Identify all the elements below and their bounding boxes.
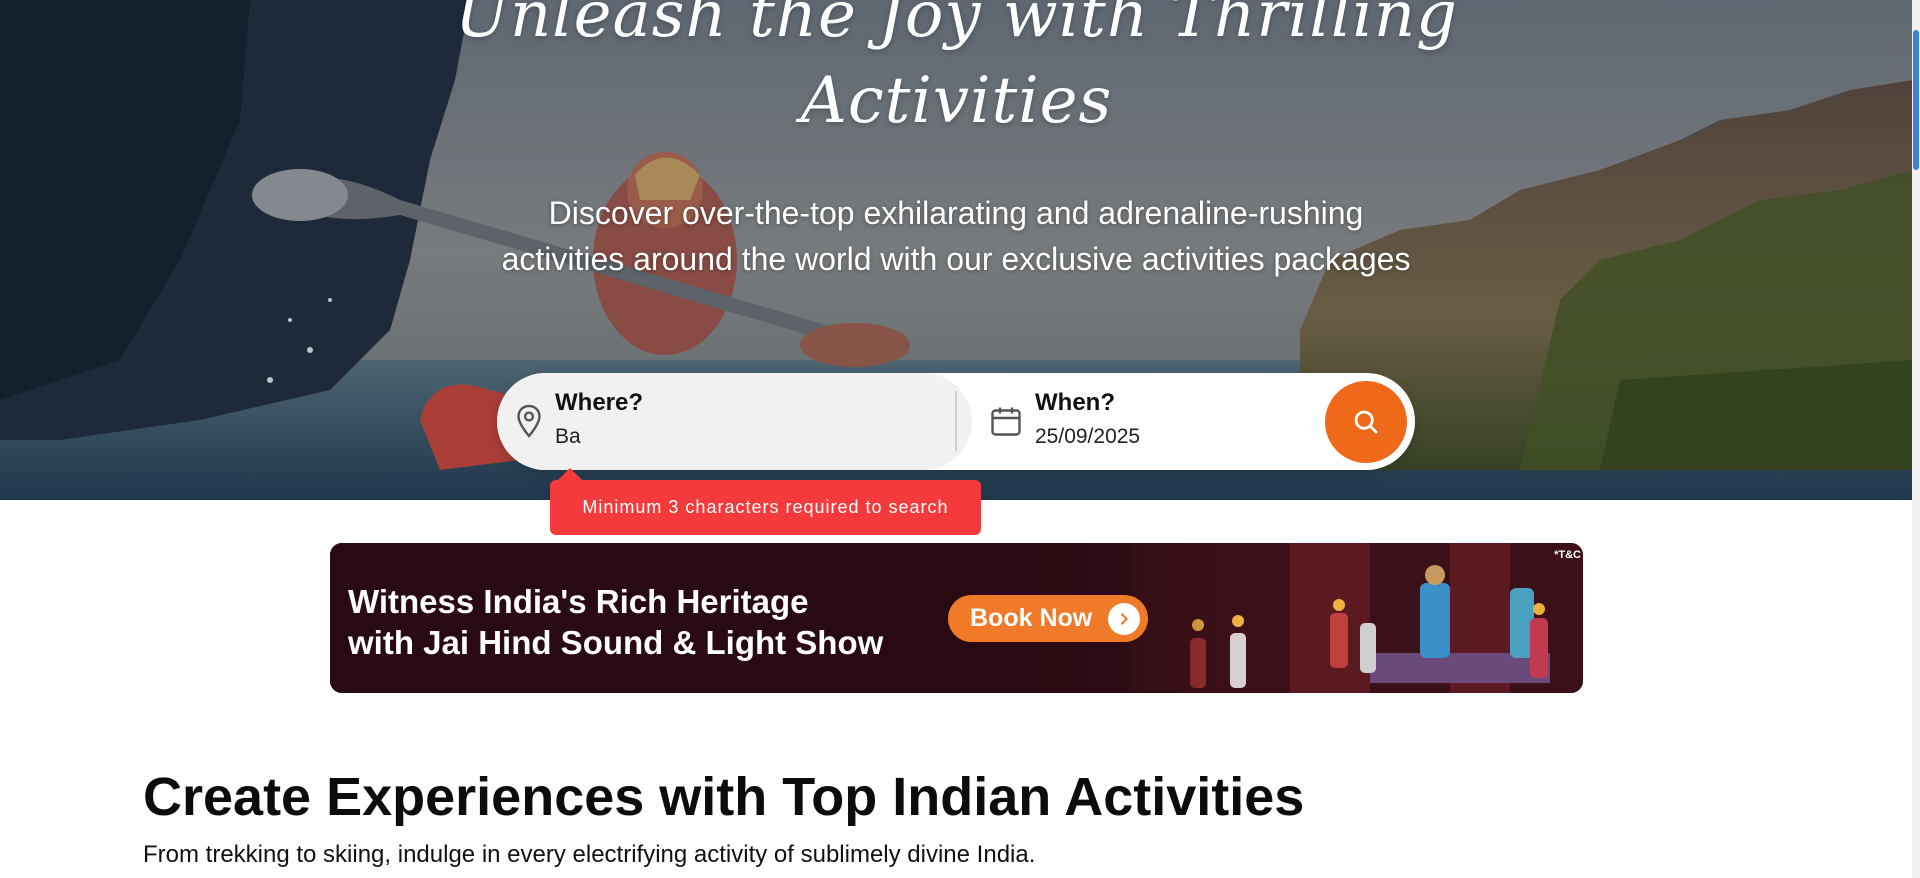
promo-banner[interactable]: Witness India's Rich Heritage with Jai H… (330, 543, 1583, 693)
search-button[interactable] (1325, 381, 1407, 463)
search-icon (1354, 410, 1378, 434)
where-input[interactable]: Ba (555, 425, 581, 449)
chevron-right-icon (1108, 603, 1140, 635)
hero-title-line2: Activities (800, 64, 1113, 138)
when-label: When? (1035, 389, 1115, 416)
page: Unleash the Joy with Thrilling Activitie… (0, 0, 1920, 878)
hero-description: Discover over-the-top exhilarating and a… (501, 195, 1411, 277)
validation-error-tooltip: Minimum 3 characters required to search (550, 468, 981, 535)
page-scrollbar[interactable] (1912, 0, 1920, 878)
search-bar: Where? Ba When? 25/09/2025 (497, 373, 1415, 470)
field-divider (955, 391, 957, 451)
calendar-icon (991, 407, 1021, 436)
banner-headline: Witness India's Rich Heritage with Jai H… (348, 581, 883, 663)
banner-headline-line2: with Jai Hind Sound & Light Show (348, 624, 884, 661)
book-now-label: Book Now (970, 604, 1093, 632)
location-pin-icon (517, 404, 541, 438)
terms-note: *T&C (1554, 549, 1581, 561)
banner-headline-line1: Witness India's Rich Heritage (348, 583, 809, 620)
section-title: Create Experiences with Top Indian Activ… (143, 767, 1305, 827)
hero-title-line1: Unleash the Joy with Thrilling (455, 0, 1458, 52)
hero-title: Unleash the Joy with Thrilling Activitie… (0, 0, 1913, 144)
where-label: Where? (555, 389, 644, 416)
where-field[interactable]: Where? Ba (497, 373, 972, 470)
section-subtitle: From trekking to skiing, indulge in ever… (143, 841, 1036, 868)
when-input[interactable]: 25/09/2025 (1035, 425, 1140, 449)
scrollbar-thumb[interactable] (1913, 30, 1919, 170)
book-now-button[interactable]: Book Now (948, 595, 1148, 642)
